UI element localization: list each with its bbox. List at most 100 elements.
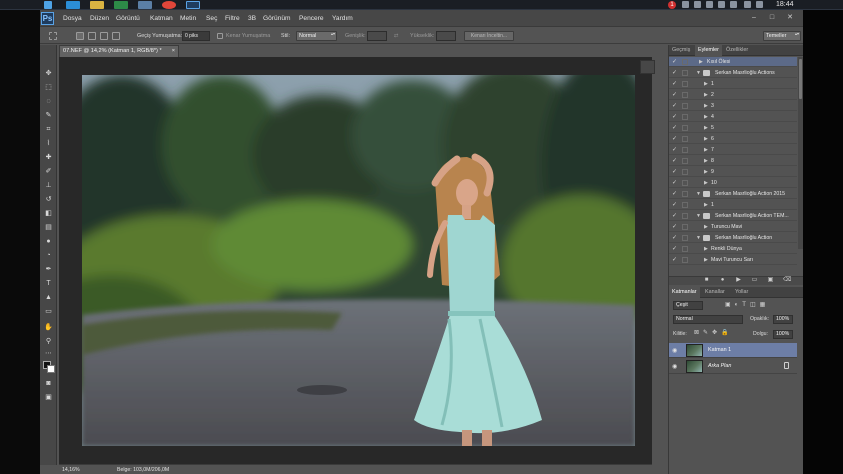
menu-3d[interactable]: 3B — [248, 10, 256, 27]
opacity-input[interactable]: 100% — [773, 315, 793, 324]
menu-filter[interactable]: Filtre — [225, 10, 240, 27]
more-tools-icon[interactable]: ⋯ — [43, 349, 54, 358]
document-photo[interactable] — [82, 75, 635, 446]
action-row[interactable]: ✓ ▶ 2 — [669, 90, 797, 100]
pen-tool-icon[interactable]: ✒ — [43, 265, 54, 274]
menu-type[interactable]: Metin — [180, 10, 196, 27]
intersect-selection-icon[interactable] — [112, 32, 120, 40]
expand-triangle-icon[interactable]: ▶ — [704, 90, 708, 100]
toggle-check-icon[interactable]: ✓ — [672, 123, 677, 133]
antialias-checkbox[interactable] — [217, 33, 223, 39]
blur-tool-icon[interactable]: ● — [43, 237, 54, 246]
menu-window[interactable]: Pencere — [299, 10, 324, 27]
minimize-button[interactable]: – — [749, 13, 759, 23]
eraser-tool-icon[interactable]: ◧ — [43, 209, 54, 218]
dialog-toggle[interactable] — [682, 246, 688, 252]
dialog-toggle[interactable] — [682, 191, 688, 197]
background-color-swatch[interactable] — [47, 365, 55, 373]
dialog-toggle[interactable] — [682, 81, 688, 87]
action-row[interactable]: ✓ ▶ 3 — [669, 101, 797, 111]
action-row[interactable]: ✓ ▼ Serkan Masrlioğlu Actions — [669, 68, 797, 78]
toggle-check-icon[interactable]: ✓ — [672, 112, 677, 122]
tray-app-icon[interactable] — [718, 1, 725, 8]
collapsed-panel-icon[interactable] — [640, 60, 655, 74]
toggle-check-icon[interactable]: ✓ — [672, 255, 677, 265]
tray-app-icon[interactable] — [694, 1, 701, 8]
shape-tool-icon[interactable]: ▭ — [43, 307, 54, 316]
new-selection-icon[interactable] — [76, 32, 84, 40]
action-row[interactable]: ✓ ▶ 5 — [669, 123, 797, 133]
dialog-toggle[interactable] — [682, 180, 688, 186]
volume-icon[interactable] — [756, 1, 763, 8]
tab-properties[interactable]: Özellikler — [723, 45, 751, 56]
delete-icon[interactable]: ⌫ — [783, 277, 791, 284]
crop-tool-icon[interactable]: ⌗ — [43, 125, 54, 134]
quick-mask-icon[interactable]: ◙ — [43, 379, 54, 388]
action-row[interactable]: ✓ ▶ Kısıl Ölesi — [669, 57, 797, 67]
action-row[interactable]: ✓ ▶ 4 — [669, 112, 797, 122]
gradient-tool-icon[interactable]: ▤ — [43, 223, 54, 232]
file-explorer-icon[interactable] — [90, 1, 104, 9]
toggle-check-icon[interactable]: ✓ — [672, 57, 677, 67]
refine-edge-button[interactable]: Kenarı İnceltin... — [464, 31, 514, 41]
dodge-tool-icon[interactable]: ◔ — [43, 251, 54, 260]
menu-layer[interactable]: Katman — [150, 10, 173, 27]
dialog-toggle[interactable] — [682, 136, 688, 142]
action-row[interactable]: ✓ ▶ Renkli Dünya — [669, 244, 797, 254]
filter-icons[interactable]: ▣◐T◫▦ — [725, 301, 769, 308]
workspace-dropdown[interactable]: Temeller — [763, 31, 801, 41]
expand-triangle-icon[interactable]: ▶ — [704, 112, 708, 122]
toggle-check-icon[interactable]: ✓ — [672, 90, 677, 100]
toggle-check-icon[interactable]: ✓ — [672, 233, 677, 243]
toggle-check-icon[interactable]: ✓ — [672, 200, 677, 210]
subtract-selection-icon[interactable] — [100, 32, 108, 40]
tab-actions[interactable]: Eylemler — [695, 45, 722, 56]
tray-app-icon[interactable] — [730, 1, 737, 8]
clone-stamp-icon[interactable]: ⊥ — [43, 181, 54, 190]
expand-triangle-icon[interactable]: ▼ — [696, 68, 701, 78]
dialog-toggle[interactable] — [682, 114, 688, 120]
fill-input[interactable]: 100% — [773, 330, 793, 339]
action-row[interactable]: ✓ ▶ 7 — [669, 145, 797, 155]
expand-triangle-icon[interactable]: ▶ — [704, 156, 708, 166]
marquee-tool-icon[interactable] — [49, 32, 57, 40]
tab-channels[interactable]: Kanallar — [702, 287, 728, 298]
action-row[interactable]: ✓ ▼ Serkan Masrlioğlu Action — [669, 233, 797, 243]
expand-triangle-icon[interactable]: ▶ — [699, 57, 703, 67]
tab-paths[interactable]: Yollar — [732, 287, 751, 298]
network-icon[interactable] — [744, 1, 751, 8]
dialog-toggle[interactable] — [682, 92, 688, 98]
move-tool-icon[interactable]: ✥ — [43, 69, 54, 78]
new-action-icon[interactable]: ▣ — [767, 277, 774, 284]
photoshop-taskbar-icon[interactable] — [186, 1, 200, 9]
dialog-toggle[interactable] — [682, 202, 688, 208]
play-icon[interactable]: ▶ — [735, 277, 742, 284]
tray-app-icon[interactable] — [682, 1, 689, 8]
height-input[interactable] — [436, 31, 456, 41]
toggle-check-icon[interactable]: ✓ — [672, 68, 677, 78]
action-row[interactable]: ✓ ▶ 1 — [669, 79, 797, 89]
expand-triangle-icon[interactable]: ▶ — [704, 79, 708, 89]
menu-help[interactable]: Yardım — [332, 10, 353, 27]
expand-triangle-icon[interactable]: ▼ — [696, 233, 701, 243]
action-row[interactable]: ✓ ▶ Turuncu Mavi — [669, 222, 797, 232]
toggle-check-icon[interactable]: ✓ — [672, 145, 677, 155]
swap-icon[interactable]: ⇄ — [394, 28, 399, 44]
hand-tool-icon[interactable]: ✋ — [43, 323, 54, 332]
expand-triangle-icon[interactable]: ▶ — [704, 244, 708, 254]
expand-triangle-icon[interactable]: ▶ — [704, 255, 708, 265]
healing-brush-icon[interactable]: ✚ — [43, 153, 54, 162]
action-row[interactable]: ✓ ▶ Mavi Turuncu Sarı — [669, 255, 797, 265]
toggle-check-icon[interactable]: ✓ — [672, 211, 677, 221]
marquee-tool-icon[interactable]: ⬚ — [43, 83, 54, 92]
expand-triangle-icon[interactable]: ▶ — [704, 134, 708, 144]
eyedropper-icon[interactable]: ⌇ — [43, 139, 54, 148]
layer-row[interactable]: ◉ Katman 1 — [669, 343, 797, 358]
layer-row[interactable]: ◉ Arka Plan — [669, 359, 797, 374]
action-row[interactable]: ✓ ▶ 10 — [669, 178, 797, 188]
excel-icon[interactable] — [114, 1, 128, 9]
menu-image[interactable]: Görüntü — [116, 10, 140, 27]
monitor-icon[interactable] — [138, 1, 152, 9]
start-button[interactable] — [44, 1, 52, 9]
close-document-icon[interactable]: × — [172, 46, 175, 57]
